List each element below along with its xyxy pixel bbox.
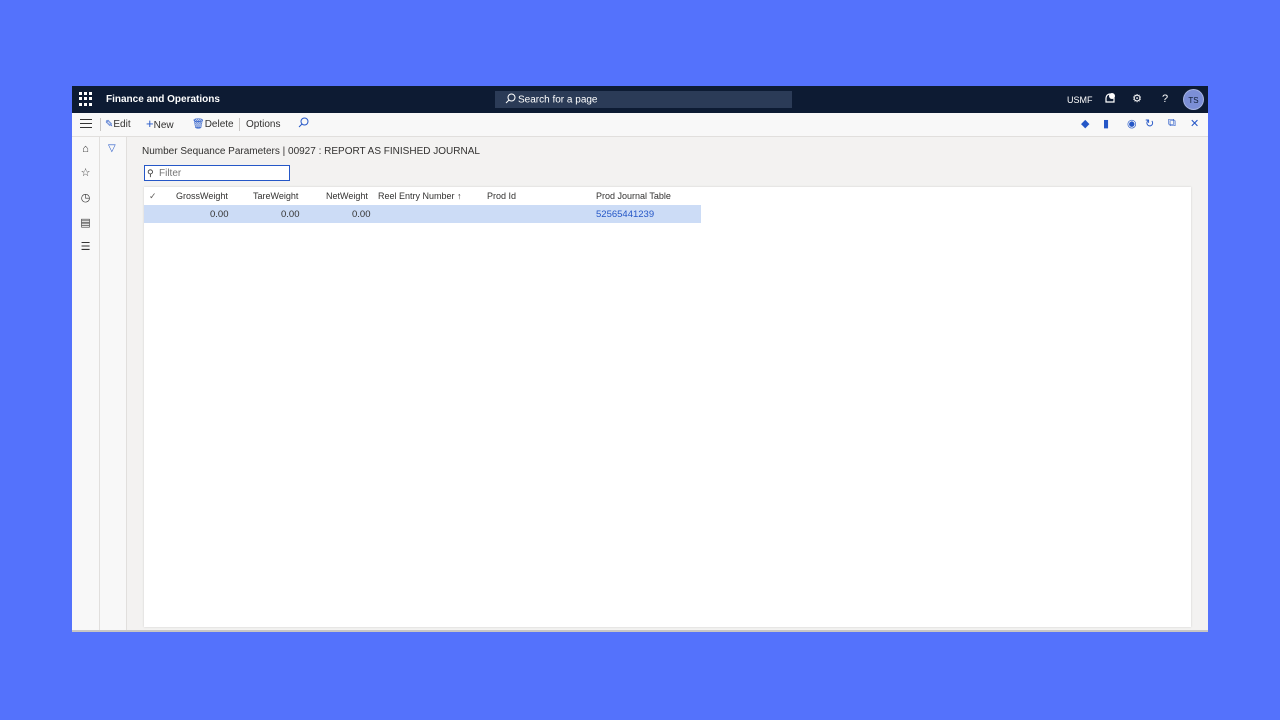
search-label: Search for a page bbox=[518, 94, 598, 106]
search-page-box[interactable]: Search for a page bbox=[495, 91, 792, 108]
notifications-icon[interactable] bbox=[1103, 92, 1117, 106]
options-button[interactable]: Options bbox=[246, 119, 280, 130]
trash-icon: 🗑 bbox=[192, 119, 205, 130]
select-all-checkbox[interactable]: ✓ bbox=[149, 191, 157, 202]
edit-button[interactable]: ✎Edit bbox=[105, 119, 131, 130]
recent-clock-icon[interactable]: ◷ bbox=[79, 192, 92, 205]
workspaces-icon[interactable]: ▤ bbox=[79, 217, 92, 230]
app-window: Finance and Operations Search for a page… bbox=[72, 86, 1208, 632]
cell-tareweight[interactable]: 0.00 bbox=[281, 209, 300, 220]
close-icon[interactable]: ✕ bbox=[1190, 117, 1199, 130]
cell-prod-journal-table-link[interactable]: 52565441239 bbox=[596, 209, 654, 220]
filter-funnel-icon[interactable]: ▽ bbox=[108, 143, 116, 154]
grid: ✓ GrossWeight TareWeight NetWeight Reel … bbox=[144, 187, 1191, 627]
cell-grossweight[interactable]: 0.00 bbox=[210, 209, 229, 220]
table-row[interactable]: 0.00 0.00 0.00 52565441239 bbox=[144, 205, 701, 223]
help-icon[interactable]: ? bbox=[1158, 92, 1172, 106]
bottom-border bbox=[72, 630, 1208, 632]
open-new-window-icon[interactable]: ⧉ bbox=[1168, 117, 1176, 130]
top-bar: Finance and Operations Search for a page… bbox=[72, 86, 1208, 113]
messages-icon[interactable]: ◉ bbox=[1127, 117, 1137, 130]
refresh-icon[interactable]: ↻ bbox=[1145, 117, 1154, 130]
delete-button[interactable]: 🗑Delete bbox=[192, 119, 234, 130]
column-header-prod-journal-table[interactable]: Prod Journal Table bbox=[596, 191, 671, 201]
column-header-netweight[interactable]: NetWeight bbox=[326, 191, 368, 201]
column-header-grossweight[interactable]: GrossWeight bbox=[176, 191, 228, 201]
navigation-bar: ⌂ ☆ ◷ ▤ ☰ bbox=[72, 137, 100, 632]
new-button[interactable]: +New bbox=[146, 116, 174, 131]
column-header-tareweight[interactable]: TareWeight bbox=[253, 191, 298, 201]
filter-search-icon: ⚲ bbox=[147, 168, 154, 178]
power-apps-icon[interactable]: ◆ bbox=[1081, 117, 1089, 130]
divider bbox=[239, 118, 240, 131]
breadcrumb: Number Sequance Parameters | 00927 : REP… bbox=[142, 146, 480, 157]
favorites-star-icon[interactable]: ☆ bbox=[79, 167, 92, 180]
search-icon bbox=[505, 93, 516, 107]
action-pane: ✎Edit +New 🗑Delete Options ◆ ▮ ◉ ↻ ⧉ ✕ bbox=[72, 113, 1208, 137]
company-picker[interactable]: USMF bbox=[1067, 95, 1093, 105]
find-icon[interactable] bbox=[298, 117, 309, 131]
modules-list-icon[interactable]: ☰ bbox=[79, 241, 92, 254]
plus-icon: + bbox=[146, 116, 154, 131]
user-avatar[interactable]: TS bbox=[1183, 89, 1204, 110]
divider bbox=[100, 118, 101, 131]
hamburger-menu-icon[interactable] bbox=[80, 119, 92, 129]
settings-gear-icon[interactable]: ⚙ bbox=[1130, 92, 1144, 106]
column-header-reel-entry-number[interactable]: Reel Entry Number ↑ bbox=[378, 191, 462, 201]
home-icon[interactable]: ⌂ bbox=[79, 143, 92, 156]
column-header-prod-id[interactable]: Prod Id bbox=[487, 191, 516, 201]
cell-netweight[interactable]: 0.00 bbox=[352, 209, 371, 220]
office-icon[interactable]: ▮ bbox=[1103, 117, 1109, 130]
app-title[interactable]: Finance and Operations bbox=[106, 94, 220, 105]
app-launcher-icon[interactable] bbox=[79, 92, 93, 106]
grid-filter-input[interactable] bbox=[144, 165, 290, 181]
filter-pane: ▽ bbox=[100, 137, 127, 632]
